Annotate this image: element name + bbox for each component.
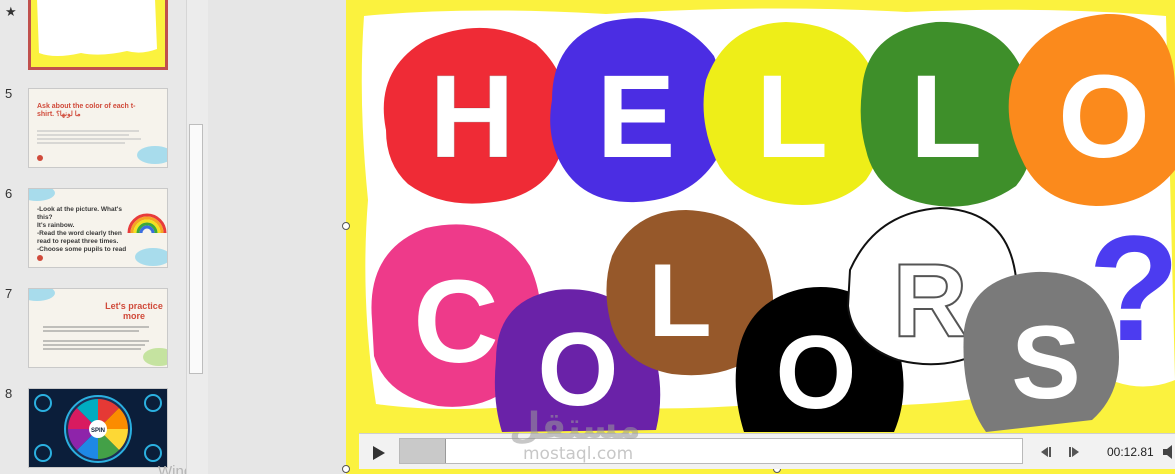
slide-number-5: 5 <box>5 86 13 101</box>
letter-O-2: O <box>538 312 619 428</box>
slide-thumbnail-6[interactable]: -Look at the picture. What's this? It's … <box>28 188 168 268</box>
speaker-icon <box>1163 445 1172 459</box>
editor-gutter <box>208 0 346 474</box>
slide-thumbnail-5[interactable]: Ask about the color of each t-shirt. ما … <box>28 88 168 168</box>
slide-thumbnail-7[interactable]: Let's practice more <box>28 288 168 368</box>
skip-back-button[interactable] <box>1037 444 1053 460</box>
resize-handle-left[interactable] <box>342 222 350 230</box>
letter-O-1: O <box>1058 51 1150 183</box>
slide-number-6: 6 <box>5 186 13 201</box>
blob-L2: L <box>860 21 1034 207</box>
skip-back-icon <box>1041 447 1051 457</box>
slide-thumbnail-pane: ★ 5 Ask about the color of each t-shirt.… <box>0 0 208 474</box>
thumb-6-decor <box>29 189 167 266</box>
hello-colors-slide: H E L L O C O L O R S ? <box>346 0 1175 474</box>
thumb-8-center-label: SPIN <box>91 428 105 434</box>
slide-marker-star: ★ <box>5 4 17 19</box>
letter-O-3: O <box>776 315 857 431</box>
question-mark: ? <box>1088 204 1175 372</box>
skip-forward-icon <box>1069 447 1079 457</box>
thumb-7-decor <box>29 289 167 366</box>
resize-handle-bottom-left[interactable] <box>342 465 350 473</box>
letter-S: S <box>1011 305 1080 421</box>
media-controls-bar: 00:12.81 <box>359 433 1175 469</box>
media-time-display: 00:12.81 <box>1107 445 1154 459</box>
thumbnail-scrollbar-thumb[interactable] <box>189 124 203 374</box>
blob-L1: L <box>703 22 884 205</box>
slide-number-8: 8 <box>5 386 13 401</box>
skip-forward-button[interactable] <box>1067 444 1083 460</box>
thumb-5-decor <box>37 130 167 164</box>
play-icon <box>373 446 385 460</box>
slide-canvas[interactable]: H E L L O C O L O R S ? <box>346 0 1175 474</box>
slide-thumbnail-8[interactable]: SPIN <box>28 388 168 468</box>
thumb-8-spinner-wheel: SPIN <box>29 389 167 467</box>
letter-L-1: L <box>756 51 828 183</box>
media-progress-bar[interactable] <box>399 438 1023 464</box>
letter-L-2: L <box>910 51 982 183</box>
media-progress-fill <box>400 439 446 463</box>
slide-thumbnail-4-preview <box>31 0 165 67</box>
blob-H: H <box>383 27 568 204</box>
slide-thumbnail-4[interactable] <box>28 0 168 70</box>
slide-number-7: 7 <box>5 286 13 301</box>
blob-E: E <box>550 18 726 203</box>
rainbow-icon <box>127 213 167 234</box>
letter-R: R <box>892 243 967 359</box>
letter-L-3: L <box>648 243 712 359</box>
letter-C: C <box>413 256 498 388</box>
play-button[interactable] <box>367 442 389 464</box>
volume-button[interactable] <box>1162 444 1175 460</box>
letter-H: H <box>429 51 514 183</box>
letter-E: E <box>597 51 676 183</box>
